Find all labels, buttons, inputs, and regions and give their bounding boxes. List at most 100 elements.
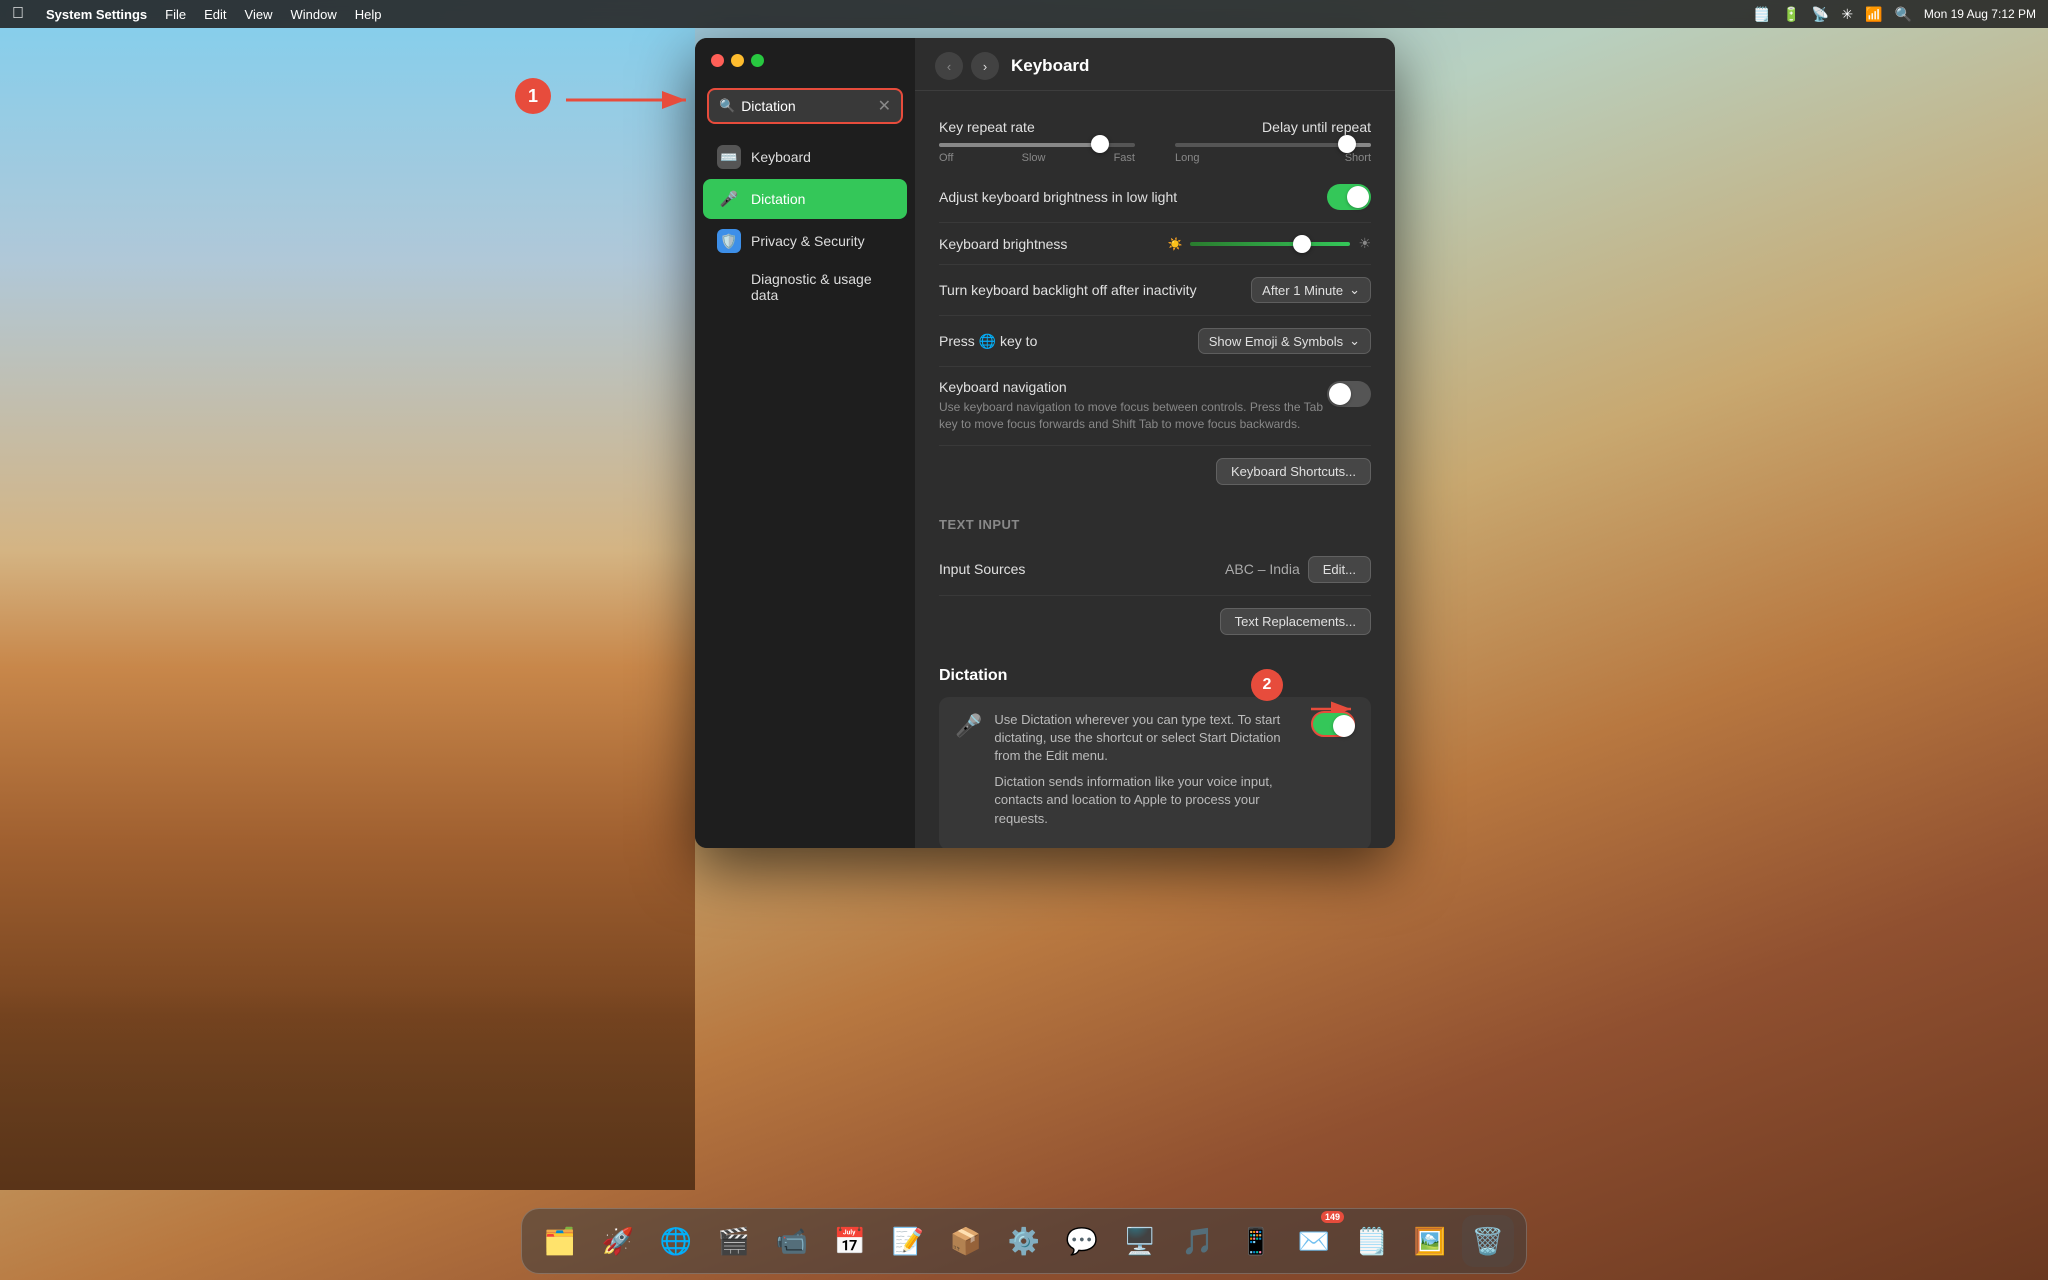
delay-repeat-thumb[interactable] [1338,135,1356,153]
dock-finder[interactable]: 🗂️ [534,1215,586,1267]
wifi-icon: 📶 [1865,6,1882,23]
sidebar-item-diagnostic-label: Diagnostic & usage data [751,271,893,303]
adjust-brightness-label: Adjust keyboard brightness in low light [939,189,1327,205]
dictation-description: Use Dictation wherever you can type text… [994,711,1299,766]
globe-key-dropdown[interactable]: Show Emoji & Symbols ⌄ [1198,328,1371,354]
privacy-icon: 🛡️ [717,229,741,253]
keyboard-shortcuts-button[interactable]: Keyboard Shortcuts... [1216,458,1371,485]
menubar-view[interactable]: View [245,7,273,22]
airmail-badge: 149 [1321,1211,1344,1223]
dock-evernote[interactable]: 🗒️ [1346,1215,1398,1267]
dock-slack[interactable]: 💬 [1056,1215,1108,1267]
globe-key-label: Press 🌐 key to [939,333,1198,350]
delay-repeat-slider-container: Long Short [1175,143,1371,164]
delay-repeat-label: Delay until repeat [1262,119,1371,135]
keyboard-nav-label: Keyboard navigation [939,379,1327,395]
sidebar-item-keyboard[interactable]: ⌨️ Keyboard [703,137,907,177]
menubar-help[interactable]: Help [355,7,382,22]
cast-icon: 📡 [1812,6,1829,23]
dictation-sidebar-icon: 🎤 [717,187,741,211]
battery-icon: 🔋 [1782,6,1799,23]
globe-key-chevron: ⌄ [1349,333,1360,349]
dock-music[interactable]: 🎵 [1172,1215,1224,1267]
shortcuts-row: Keyboard Shortcuts... [939,446,1371,497]
delay-repeat-track[interactable] [1175,143,1371,147]
sidebar-item-dictation-label: Dictation [751,191,805,207]
brightness-label: Keyboard brightness [939,236,1167,252]
search-clear-icon[interactable]: ✕ [878,96,891,116]
dock-whatsapp[interactable]: 📱 [1230,1215,1282,1267]
close-button[interactable] [711,54,724,67]
evernote-icon: 🗒️ [1753,6,1770,23]
dock-calendar[interactable]: 📅 [824,1215,876,1267]
text-input-header: Text Input [915,501,1395,536]
input-sources-label: Input Sources [939,561,1225,577]
dock-launchpad[interactable]: 🚀 [592,1215,644,1267]
brightness-toggle-knob [1347,186,1369,208]
backlight-dropdown[interactable]: After 1 Minute ⌄ [1251,277,1371,303]
apple-menu-icon[interactable]:  [12,5,24,23]
brightness-section: Adjust keyboard brightness in low light … [915,168,1395,501]
delay-short-label: Short [1345,152,1371,164]
page-title: Keyboard [1011,56,1089,76]
dock-trash[interactable]: 🗑️ [1462,1215,1514,1267]
keyboard-nav-description: Use keyboard navigation to move focus be… [939,399,1327,433]
dock-airmail[interactable]: ✉️ 149 [1288,1215,1340,1267]
dock-claquette[interactable]: 🎬 [708,1215,760,1267]
menubar:  System Settings File Edit View Window … [0,0,2048,28]
dock: 🗂️ 🚀 🌐 🎬 📹 📅 📝 📦 ⚙️ 💬 🖥️ 🎵 📱 ✉️ 149 🗒️ 🖼… [521,1208,1527,1274]
input-sources-edit-button[interactable]: Edit... [1308,556,1371,583]
menubar-edit[interactable]: Edit [204,7,226,22]
dock-facetime[interactable]: 📹 [766,1215,818,1267]
sidebar-item-dictation[interactable]: 🎤 Dictation [703,179,907,219]
annotation-2-badge: 2 [1251,669,1283,701]
menubar-left:  System Settings File Edit View Window … [12,5,381,23]
dictation-toggle-knob [1333,715,1355,737]
back-button[interactable]: ‹ [935,52,963,80]
dock-chrome[interactable]: 🌐 [650,1215,702,1267]
settings-window: 🔍 Dictation ✕ ⌨️ Keyboard 🎤 Dictation 🛡️… [695,38,1395,848]
dock-setapp[interactable]: 📦 [940,1215,992,1267]
brightness-slider-row: Keyboard brightness ☀️ ☀ [939,223,1371,265]
menubar-window[interactable]: Window [290,7,336,22]
sidebar: 🔍 Dictation ✕ ⌨️ Keyboard 🎤 Dictation 🛡️… [695,38,915,848]
dictation-toggle[interactable] [1311,711,1355,737]
menubar-datetime: Mon 19 Aug 7:12 PM [1924,7,2036,21]
search-icon[interactable]: 🔍 [1894,6,1911,23]
key-repeat-thumb[interactable] [1091,135,1109,153]
key-repeat-row: Key repeat rate Delay until repeat Off S… [939,107,1371,164]
sidebar-item-privacy[interactable]: 🛡️ Privacy & Security [703,221,907,261]
menubar-app-name[interactable]: System Settings [46,7,147,22]
globe-key-value: Show Emoji & Symbols [1209,334,1343,349]
search-bar-value[interactable]: Dictation [741,98,871,114]
forward-button[interactable]: › [971,52,999,80]
backlight-off-row: Turn keyboard backlight off after inacti… [939,265,1371,316]
annotation-1-arrow [556,81,704,119]
globe-key-row: Press 🌐 key to Show Emoji & Symbols ⌄ [939,316,1371,367]
search-bar[interactable]: 🔍 Dictation ✕ [707,88,903,124]
dock-upwork[interactable]: 🖥️ [1114,1215,1166,1267]
bluetooth-icon: ✳ [1841,6,1853,23]
dictation-text: Use Dictation wherever you can type text… [994,711,1299,836]
maximize-button[interactable] [751,54,764,67]
key-repeat-track[interactable] [939,143,1135,147]
keyboard-nav-label-container: Keyboard navigation Use keyboard navigat… [939,379,1327,433]
menubar-file[interactable]: File [165,7,186,22]
brightness-thumb[interactable] [1293,235,1311,253]
text-replacements-button[interactable]: Text Replacements... [1220,608,1371,635]
dock-notes[interactable]: 📝 [882,1215,934,1267]
dock-photos[interactable]: 🖼️ [1404,1215,1456,1267]
minimize-button[interactable] [731,54,744,67]
keyboard-nav-toggle[interactable] [1327,381,1371,407]
dock-system-prefs[interactable]: ⚙️ [998,1215,1050,1267]
key-repeat-section: Key repeat rate Delay until repeat Off S… [915,91,1395,168]
brightness-slider[interactable] [1190,242,1350,246]
key-repeat-off-label: Off [939,152,953,164]
sidebar-item-diagnostic[interactable]: Diagnostic & usage data [703,263,907,311]
dictation-mic-icon: 🎤 [955,713,982,739]
dictation-section: Dictation 🎤 Use Dictation wherever you c… [915,651,1395,848]
backlight-chevron: ⌄ [1349,282,1360,298]
main-content: ‹ › Keyboard Key repeat rate Delay until… [915,38,1395,848]
desktop-wallpaper [0,28,695,1190]
brightness-toggle[interactable] [1327,184,1371,210]
